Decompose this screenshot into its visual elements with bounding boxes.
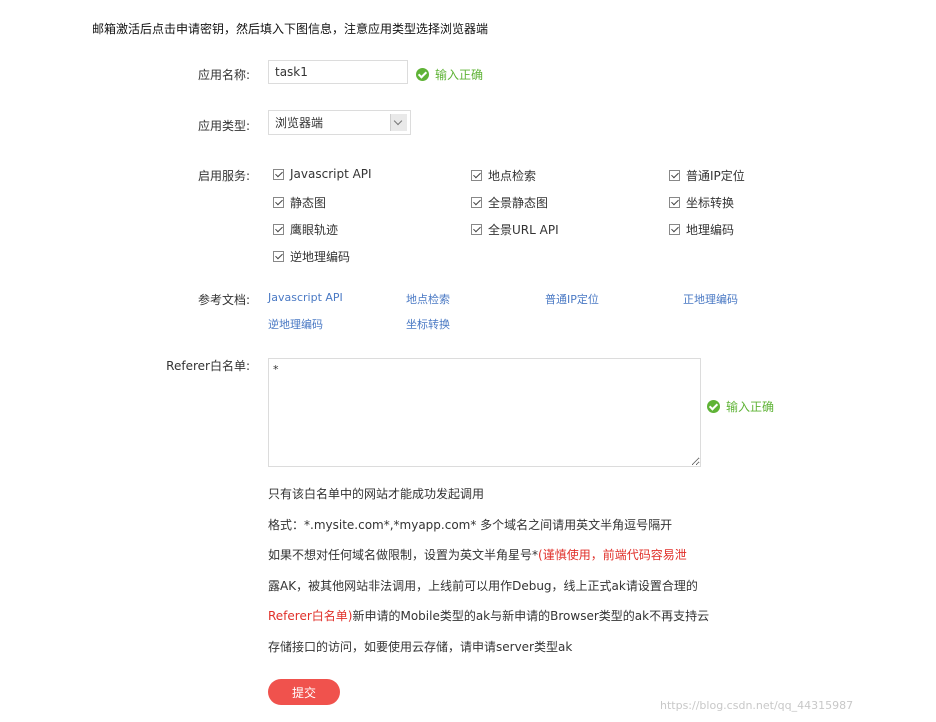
app-type-label: 应用类型: [197, 119, 250, 133]
service-label: 鹰眼轨迹 [290, 223, 339, 237]
service-label: Javascript API [290, 167, 372, 181]
doc-link[interactable]: 坐标转换 [406, 316, 450, 332]
doc-link[interactable]: 普通IP定位 [545, 291, 599, 307]
check-circle-icon [416, 68, 429, 81]
doc-link[interactable]: 逆地理编码 [268, 316, 323, 332]
checkbox-checked-icon[interactable] [471, 197, 482, 208]
service-label: 普通IP定位 [686, 169, 745, 183]
checkbox-checked-icon[interactable] [669, 197, 680, 208]
doc-link[interactable]: 地点检索 [406, 291, 450, 307]
note-text: 如果不想对任何域名做限制，设置为英文半角星号* [268, 548, 539, 562]
note-line-1: 如果不想对任何域名做限制，设置为英文半角星号*(谨慎使用，前端代码容易泄 [268, 546, 687, 563]
service-label: 静态图 [290, 196, 327, 210]
service-label: 全景URL API [488, 223, 559, 237]
service-label: 地理编码 [686, 223, 735, 237]
referer-label: Referer白名单: [166, 359, 250, 373]
app-name-status-text: 输入正确 [435, 68, 484, 82]
service-checkbox[interactable]: 全景静态图 [471, 194, 548, 211]
doc-link[interactable]: Javascript API [268, 291, 343, 304]
note-line-3: Referer白名单)新申请的Mobile类型的ak与新申请的Browser类型… [268, 607, 709, 624]
format-line: 格式：*.mysite.com*,*myapp.com* 多个域名之间请用英文半… [268, 518, 673, 532]
note-text: 新申请的Mobile类型的ak与新申请的Browser类型的ak不再支持云 [352, 609, 710, 623]
doc-link[interactable]: 正地理编码 [683, 291, 738, 307]
service-checkbox[interactable]: 地理编码 [669, 221, 734, 238]
checkbox-checked-icon[interactable] [273, 168, 284, 180]
checkbox-checked-icon[interactable] [273, 197, 284, 208]
services-label: 启用服务: [197, 169, 250, 183]
service-checkbox[interactable]: 坐标转换 [669, 194, 734, 211]
watermark: https://blog.csdn.net/qq_44315987 [660, 699, 854, 712]
chevron-down-icon[interactable] [390, 114, 407, 131]
check-circle-icon [707, 400, 720, 413]
docs-label: 参考文档: [197, 293, 250, 307]
referer-textarea[interactable]: * [268, 358, 701, 467]
service-checkbox[interactable]: 普通IP定位 [669, 167, 745, 184]
app-type-select[interactable]: 浏览器端 [268, 110, 411, 135]
app-name-status: 输入正确 [416, 66, 483, 83]
app-type-selected: 浏览器端 [275, 116, 324, 130]
service-checkbox[interactable]: Javascript API [273, 167, 372, 181]
service-label: 逆地理编码 [290, 250, 351, 264]
referer-status: 输入正确 [707, 398, 774, 415]
note-warning: (谨慎使用，前端代码容易泄 [538, 548, 687, 562]
service-checkbox[interactable]: 地点检索 [471, 167, 536, 184]
intro-text: 邮箱激活后点击申请密钥，然后填入下图信息，注意应用类型选择浏览器端 [92, 22, 489, 36]
referer-status-text: 输入正确 [726, 400, 775, 414]
note-line-2: 露AK，被其他网站非法调用，上线前可以用作Debug，线上正式ak请设置合理的 [268, 579, 698, 593]
service-checkbox[interactable]: 鹰眼轨迹 [273, 221, 338, 238]
service-checkbox[interactable]: 全景URL API [471, 221, 559, 238]
checkbox-checked-icon[interactable] [669, 170, 680, 181]
note-warning: Referer白名单) [268, 609, 353, 623]
service-label: 坐标转换 [686, 196, 735, 210]
service-checkbox[interactable]: 逆地理编码 [273, 248, 350, 265]
service-label: 全景静态图 [488, 196, 549, 210]
service-label: 地点检索 [488, 169, 537, 183]
submit-button[interactable]: 提交 [268, 679, 340, 705]
note-line-4: 存储接口的访问，如要使用云存储，请申请server类型ak [268, 640, 573, 654]
checkbox-checked-icon[interactable] [669, 224, 680, 235]
referer-hint: 只有该白名单中的网站才能成功发起调用 [268, 487, 485, 501]
app-name-label: 应用名称: [197, 68, 250, 82]
service-checkbox[interactable]: 静态图 [273, 194, 326, 211]
checkbox-checked-icon[interactable] [273, 251, 284, 262]
checkbox-checked-icon[interactable] [273, 224, 284, 235]
checkbox-checked-icon[interactable] [471, 170, 482, 181]
app-name-input[interactable] [268, 60, 408, 84]
checkbox-checked-icon[interactable] [471, 224, 482, 235]
